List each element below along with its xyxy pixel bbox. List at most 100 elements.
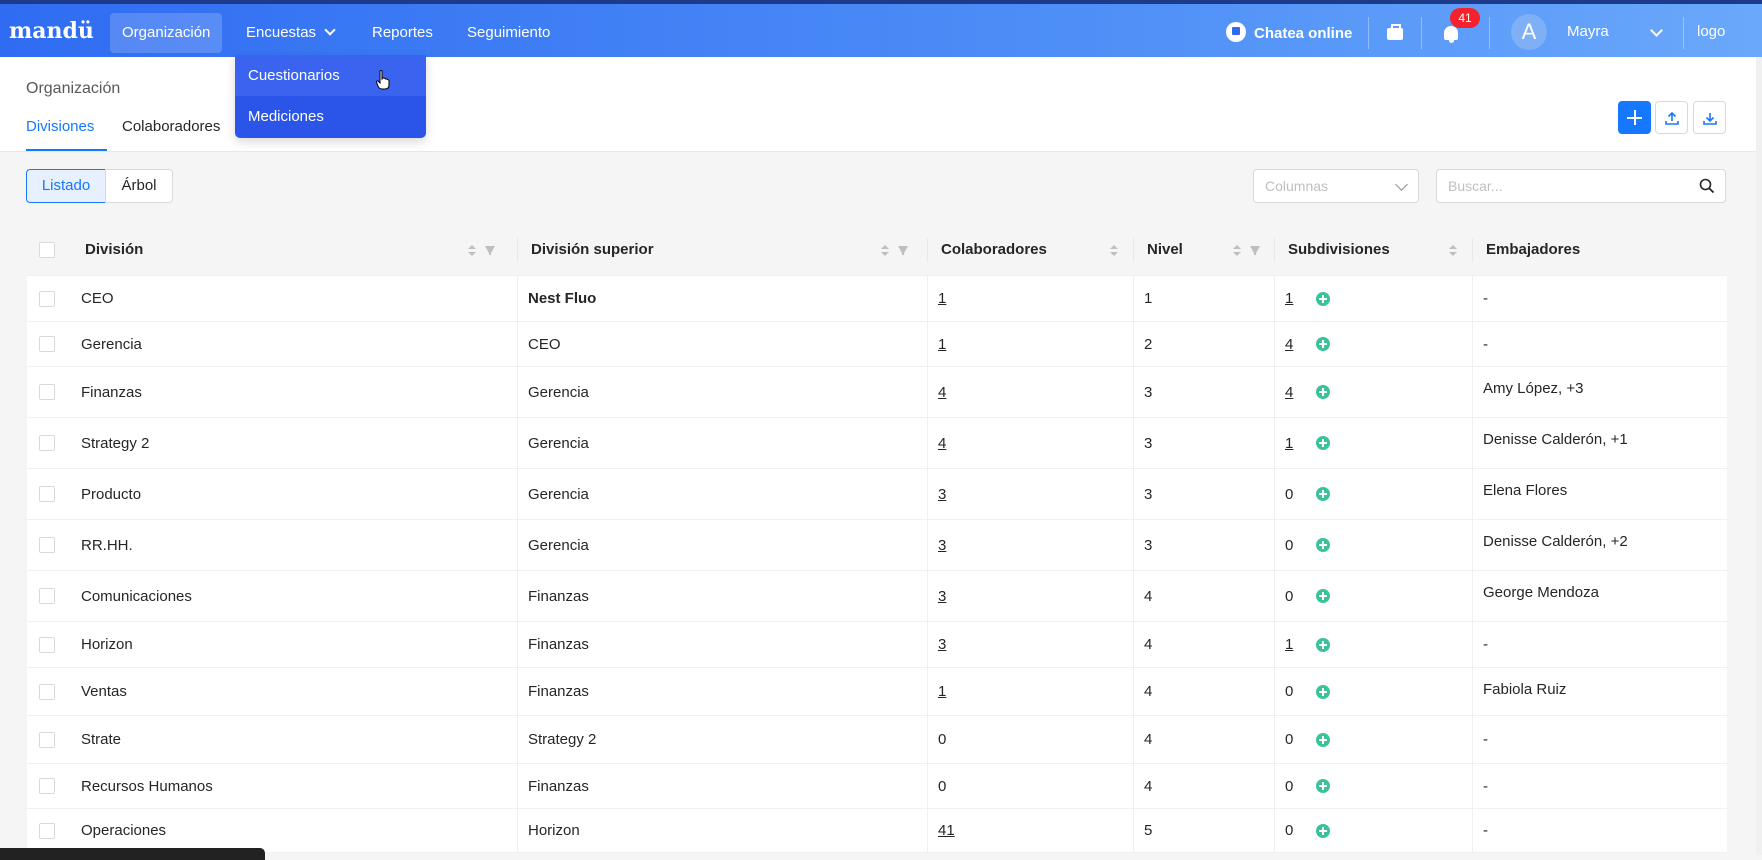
row-checkbox[interactable] [39, 384, 55, 400]
nav-encuestas-label: Encuestas [246, 24, 317, 41]
sort-icon[interactable] [468, 245, 476, 257]
tab-colaboradores[interactable]: Colaboradores [122, 118, 220, 135]
add-subdivision-icon[interactable] [1316, 538, 1331, 552]
row-checkbox[interactable] [39, 486, 55, 502]
table-row[interactable]: Horizon Finanzas 3 4 1 - [27, 622, 1727, 668]
cell-subdivisiones-value[interactable]: 1 [1285, 435, 1293, 452]
table-row[interactable]: Gerencia CEO 1 2 4 - [27, 322, 1727, 367]
cell-colaboradores-value[interactable]: 1 [938, 683, 946, 700]
add-subdivision-icon[interactable] [1316, 436, 1331, 450]
cell-division-superior-value: CEO [528, 335, 561, 353]
cell-nivel: 3 [1133, 520, 1274, 570]
search-icon[interactable] [1699, 178, 1715, 194]
add-subdivision-icon[interactable] [1316, 779, 1331, 793]
nav-seguimiento[interactable]: Seguimiento [455, 13, 562, 53]
row-checkbox[interactable] [39, 778, 55, 794]
row-checkbox[interactable] [39, 731, 55, 748]
select-all-checkbox[interactable] [39, 242, 55, 258]
add-subdivision-icon[interactable] [1316, 487, 1331, 501]
cell-subdivisiones: 0 [1274, 764, 1472, 808]
cell-subdivisiones-value[interactable]: 4 [1285, 336, 1293, 353]
cell-subdivisiones-value[interactable]: 1 [1285, 636, 1293, 653]
cell-colaboradores-value[interactable]: 3 [938, 636, 946, 653]
view-list-button[interactable]: Listado [26, 169, 106, 203]
cell-subdivisiones-value[interactable]: 4 [1285, 384, 1293, 401]
table-row[interactable]: Strategy 2 Gerencia 4 3 1 Denisse Calderón, +… [27, 418, 1727, 469]
table-row[interactable]: Strate Strategy 2 0 4 0 - [27, 716, 1727, 764]
cell-colaboradores-value: 0 [938, 777, 947, 795]
add-subdivision-icon[interactable] [1316, 385, 1331, 399]
row-checkbox[interactable] [39, 290, 55, 307]
download-button[interactable] [1693, 101, 1726, 134]
table-row[interactable]: Ventas Finanzas 1 4 0 Fabiola Ruiz [27, 668, 1727, 716]
table-row[interactable]: RR.HH. Gerencia 3 3 0 Denisse Calderón, +2 [27, 520, 1727, 571]
nav-organizacion[interactable]: Organización [110, 13, 223, 53]
cell-nivel: 4 [1133, 571, 1274, 621]
cell-colaboradores-value[interactable]: 3 [938, 537, 946, 554]
row-checkbox[interactable] [39, 683, 55, 700]
table-row[interactable]: CEO Nest Fluo 1 1 1 - [27, 276, 1727, 322]
row-checkbox[interactable] [39, 336, 55, 352]
columns-select[interactable]: Columnas [1253, 169, 1419, 203]
user-name[interactable]: Mayra [1567, 23, 1609, 40]
table-row[interactable]: Recursos Humanos Finanzas 0 4 0 - [27, 764, 1727, 809]
row-checkbox[interactable] [39, 636, 55, 653]
view-tree-button[interactable]: Árbol [105, 169, 173, 203]
add-subdivision-icon[interactable] [1316, 589, 1331, 603]
row-checkbox[interactable] [39, 588, 55, 604]
table-row[interactable]: Producto Gerencia 3 3 0 Elena Flores [27, 469, 1727, 520]
chat-online-button[interactable]: Chatea online [1226, 22, 1352, 42]
nav-encuestas[interactable]: Encuestas [234, 13, 346, 53]
cell-subdivisiones: 0 [1274, 716, 1472, 763]
brand-logo[interactable]: mandü [9, 18, 94, 44]
cell-subdivisiones-value: 0 [1285, 485, 1294, 503]
cell-colaboradores-value[interactable]: 41 [938, 822, 955, 839]
cell-division-value: Ventas [81, 683, 127, 700]
add-subdivision-icon[interactable] [1316, 291, 1331, 306]
row-checkbox[interactable] [39, 435, 55, 451]
row-checkbox[interactable] [39, 537, 55, 553]
cell-nivel-value: 2 [1144, 335, 1153, 353]
column-header-label: Colaboradores [941, 241, 1047, 258]
vertical-scrollbar[interactable] [1756, 57, 1762, 855]
sort-icon[interactable] [1110, 245, 1118, 257]
upload-button[interactable] [1655, 101, 1688, 134]
cell-subdivisiones-value[interactable]: 1 [1285, 290, 1293, 307]
nav-reportes[interactable]: Reportes [360, 13, 445, 53]
add-subdivision-icon[interactable] [1316, 823, 1331, 838]
cell-colaboradores-value[interactable]: 3 [938, 486, 946, 503]
add-subdivision-icon[interactable] [1316, 684, 1331, 699]
add-button[interactable] [1618, 101, 1651, 134]
sort-icon[interactable] [1233, 245, 1241, 257]
chevron-down-icon[interactable] [1650, 24, 1663, 37]
sort-icon[interactable] [1449, 245, 1457, 257]
add-subdivision-icon[interactable] [1316, 637, 1331, 652]
cell-colaboradores-value[interactable]: 3 [938, 588, 946, 605]
add-subdivision-icon[interactable] [1316, 732, 1331, 747]
cell-division: Horizon [71, 622, 517, 667]
menu-item-mediciones[interactable]: Mediciones [235, 96, 426, 137]
row-checkbox[interactable] [39, 822, 55, 839]
filter-icon[interactable] [898, 246, 908, 255]
filter-icon[interactable] [1250, 246, 1260, 255]
table-row[interactable]: Comunicaciones Finanzas 3 4 0 George Mendoza [27, 571, 1727, 622]
search-input[interactable]: Buscar... [1436, 169, 1726, 203]
cell-subdivisiones: 0 [1274, 469, 1472, 519]
tab-divisiones[interactable]: Divisiones [26, 118, 94, 135]
table-row[interactable]: Operaciones Horizon 41 5 0 - [27, 809, 1727, 853]
cell-colaboradores-value[interactable]: 1 [938, 336, 946, 353]
cell-colaboradores-value[interactable]: 1 [938, 290, 946, 307]
cell-division-value: CEO [81, 290, 114, 307]
add-subdivision-icon[interactable] [1316, 337, 1331, 351]
filter-icon[interactable] [485, 246, 495, 255]
cell-colaboradores-value[interactable]: 4 [938, 384, 946, 401]
menu-item-cuestionarios[interactable]: Cuestionarios [235, 55, 426, 96]
table-row[interactable]: Finanzas Gerencia 4 3 4 Amy López, +3 [27, 367, 1727, 418]
cell-embajadores: - [1472, 322, 1727, 366]
bell-icon[interactable] [1444, 26, 1458, 43]
hand-cursor-icon [376, 70, 390, 90]
avatar[interactable]: A [1511, 14, 1547, 50]
sort-icon[interactable] [881, 245, 889, 257]
cell-colaboradores-value[interactable]: 4 [938, 435, 946, 452]
briefcase-icon[interactable] [1387, 24, 1403, 40]
